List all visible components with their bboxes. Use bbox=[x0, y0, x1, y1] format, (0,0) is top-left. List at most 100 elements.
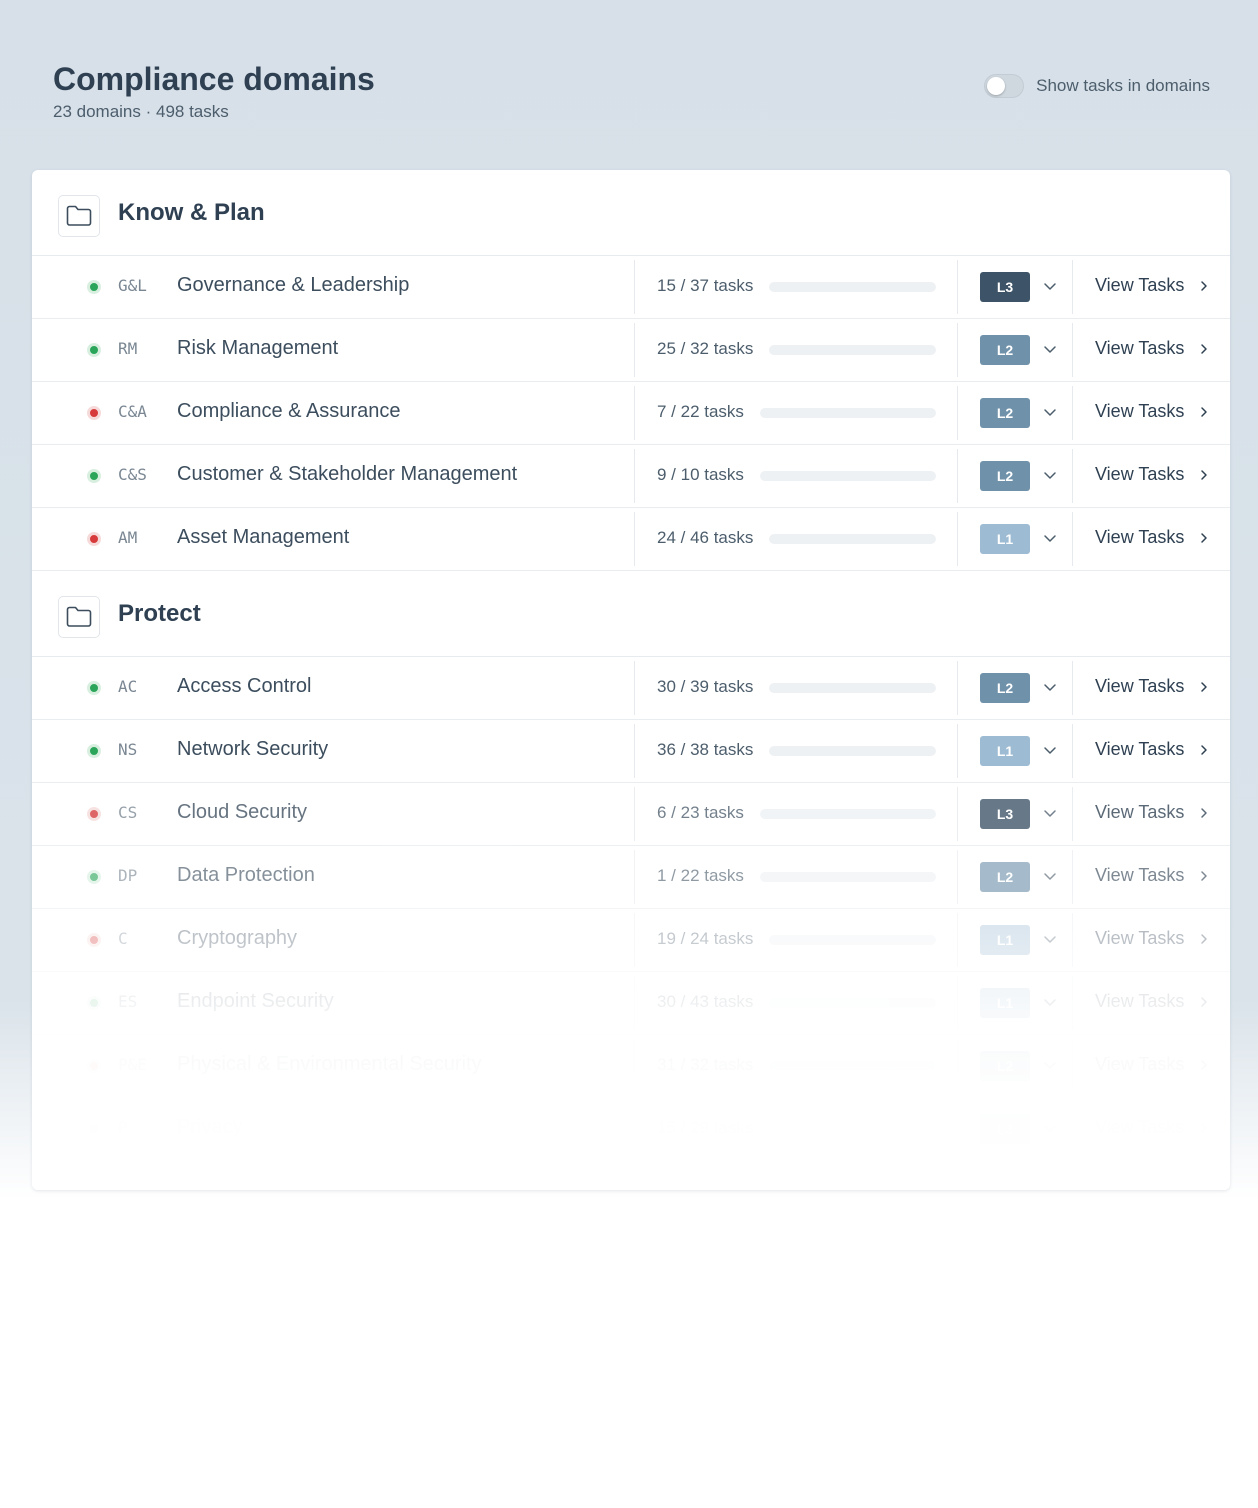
chevron-down-icon[interactable] bbox=[1042, 805, 1058, 821]
maturity-level-badge[interactable]: L2 bbox=[980, 862, 1030, 892]
show-tasks-toggle-wrap[interactable]: Show tasks in domains bbox=[984, 74, 1210, 98]
maturity-level-badge[interactable]: L1 bbox=[980, 736, 1030, 766]
column-divider bbox=[634, 850, 635, 904]
task-count: 24 / 46 tasks bbox=[657, 528, 754, 547]
maturity-level-badge[interactable]: L2 bbox=[980, 335, 1030, 365]
domain-row[interactable]: NS Network Security 36 / 38 tasks L1 View Ta… bbox=[32, 720, 1230, 783]
status-dot bbox=[87, 807, 101, 821]
column-divider bbox=[1072, 323, 1073, 377]
domain-code: AC bbox=[118, 677, 138, 696]
domain-name: Cryptography bbox=[177, 927, 298, 949]
maturity-level-badge[interactable]: L2 bbox=[980, 398, 1030, 428]
column-divider bbox=[634, 323, 635, 377]
task-count: 7 / 22 tasks bbox=[657, 402, 744, 421]
show-tasks-label[interactable]: Show tasks in domains bbox=[1036, 76, 1210, 96]
chevron-right-icon[interactable] bbox=[1197, 1058, 1211, 1072]
column-divider bbox=[1072, 512, 1073, 566]
view-tasks-button[interactable]: View Tasks bbox=[1095, 865, 1184, 886]
maturity-level-badge[interactable]: L2 bbox=[980, 673, 1030, 703]
view-tasks-button[interactable]: View Tasks bbox=[1095, 401, 1184, 422]
maturity-level-badge[interactable]: L3 bbox=[980, 1114, 1030, 1144]
domain-row[interactable]: P Privacy 15 / 29 tasks L3 View Tasks bbox=[32, 1098, 1230, 1161]
view-tasks-button[interactable]: View Tasks bbox=[1095, 275, 1184, 296]
maturity-level-badge[interactable]: L2 bbox=[980, 461, 1030, 491]
chevron-down-icon[interactable] bbox=[1042, 679, 1058, 695]
progress-bar bbox=[769, 282, 936, 292]
chevron-down-icon[interactable] bbox=[1042, 868, 1058, 884]
domain-row[interactable]: RM Risk Management 25 / 32 tasks L2 View Tas… bbox=[32, 319, 1230, 382]
domain-code: C&A bbox=[118, 402, 147, 421]
column-divider bbox=[634, 260, 635, 314]
view-tasks-button[interactable]: View Tasks bbox=[1095, 802, 1184, 823]
chevron-down-icon[interactable] bbox=[1042, 994, 1058, 1010]
progress-bar bbox=[769, 746, 936, 756]
view-tasks-button[interactable]: View Tasks bbox=[1095, 1054, 1184, 1075]
status-dot bbox=[87, 1059, 101, 1073]
chevron-right-icon[interactable] bbox=[1197, 806, 1211, 820]
view-tasks-button[interactable]: View Tasks bbox=[1095, 676, 1184, 697]
column-divider bbox=[957, 1102, 958, 1156]
domain-row[interactable]: AM Asset Management 24 / 46 tasks L1 View Ta… bbox=[32, 508, 1230, 571]
chevron-right-icon[interactable] bbox=[1197, 680, 1211, 694]
chevron-right-icon[interactable] bbox=[1197, 743, 1211, 757]
column-divider bbox=[1072, 913, 1073, 967]
domain-row[interactable]: P&E Physical & Environmental Security 31 /… bbox=[32, 1035, 1230, 1098]
chevron-right-icon[interactable] bbox=[1197, 932, 1211, 946]
chevron-right-icon[interactable] bbox=[1197, 995, 1211, 1009]
view-tasks-button[interactable]: View Tasks bbox=[1095, 739, 1184, 760]
chevron-down-icon[interactable] bbox=[1042, 278, 1058, 294]
chevron-down-icon[interactable] bbox=[1042, 530, 1058, 546]
maturity-level-badge[interactable]: L2 bbox=[980, 1051, 1030, 1081]
domain-row[interactable]: C Cryptography 19 / 24 tasks L1 View Tasks bbox=[32, 909, 1230, 972]
chevron-down-icon[interactable] bbox=[1042, 742, 1058, 758]
show-tasks-toggle[interactable] bbox=[984, 74, 1025, 98]
chevron-down-icon[interactable] bbox=[1042, 467, 1058, 483]
progress-bar bbox=[769, 1124, 936, 1134]
view-tasks-button[interactable]: View Tasks bbox=[1095, 338, 1184, 359]
maturity-level-badge[interactable]: L1 bbox=[980, 524, 1030, 554]
domain-row[interactable]: ES Endpoint Security 30 / 43 tasks L1 View T… bbox=[32, 972, 1230, 1035]
column-divider bbox=[634, 913, 635, 967]
chevron-right-icon[interactable] bbox=[1197, 279, 1211, 293]
view-tasks-button[interactable]: View Tasks bbox=[1095, 928, 1184, 949]
chevron-right-icon[interactable] bbox=[1197, 342, 1211, 356]
column-divider bbox=[1072, 661, 1073, 715]
domain-row[interactable]: C&A Compliance & Assurance 7 / 22 tasks L2 V… bbox=[32, 382, 1230, 445]
chevron-down-icon[interactable] bbox=[1042, 1057, 1058, 1073]
maturity-level-badge[interactable]: L1 bbox=[980, 925, 1030, 955]
maturity-level-badge[interactable]: L3 bbox=[980, 272, 1030, 302]
domain-row[interactable]: DP Data Protection 1 / 22 tasks L2 View Task… bbox=[32, 846, 1230, 909]
chevron-right-icon[interactable] bbox=[1197, 468, 1211, 482]
view-tasks-button[interactable]: View Tasks bbox=[1095, 991, 1184, 1012]
maturity-level-badge[interactable]: L3 bbox=[980, 799, 1030, 829]
status-dot bbox=[87, 469, 101, 483]
task-count: 30 / 39 tasks bbox=[657, 677, 754, 696]
view-tasks-button[interactable]: View Tasks bbox=[1095, 527, 1184, 548]
domain-row[interactable]: C&S Customer & Stakeholder Management 9 / … bbox=[32, 445, 1230, 508]
progress-bar bbox=[769, 935, 936, 945]
domain-name: Data Protection bbox=[177, 864, 315, 886]
chevron-right-icon[interactable] bbox=[1197, 531, 1211, 545]
chevron-down-icon[interactable] bbox=[1042, 931, 1058, 947]
maturity-level-badge[interactable]: L1 bbox=[980, 988, 1030, 1018]
domain-row[interactable]: AC Access Control 30 / 39 tasks L2 View Task… bbox=[32, 657, 1230, 720]
column-divider bbox=[634, 512, 635, 566]
domain-name: Physical & Environmental Security bbox=[177, 1053, 482, 1075]
chevron-right-icon[interactable] bbox=[1197, 869, 1211, 883]
domain-code: P bbox=[118, 1118, 128, 1137]
domain-row[interactable]: G&L Governance & Leadership 15 / 37 tasks L… bbox=[32, 256, 1230, 319]
domain-row[interactable]: CS Cloud Security 6 / 23 tasks L3 View Tasks bbox=[32, 783, 1230, 846]
chevron-right-icon[interactable] bbox=[1197, 1121, 1211, 1135]
chevron-down-icon[interactable] bbox=[1042, 341, 1058, 357]
progress-bar bbox=[760, 408, 936, 418]
column-divider bbox=[957, 850, 958, 904]
task-count: 9 / 10 tasks bbox=[657, 465, 744, 484]
progress-bar bbox=[769, 345, 936, 355]
column-divider bbox=[957, 976, 958, 1030]
chevron-right-icon[interactable] bbox=[1197, 405, 1211, 419]
chevron-down-icon[interactable] bbox=[1042, 404, 1058, 420]
chevron-down-icon[interactable] bbox=[1042, 1120, 1058, 1136]
page-subtitle: 23 domains · 498 tasks bbox=[53, 102, 229, 121]
view-tasks-button[interactable]: View Tasks bbox=[1095, 1117, 1184, 1138]
view-tasks-button[interactable]: View Tasks bbox=[1095, 464, 1184, 485]
